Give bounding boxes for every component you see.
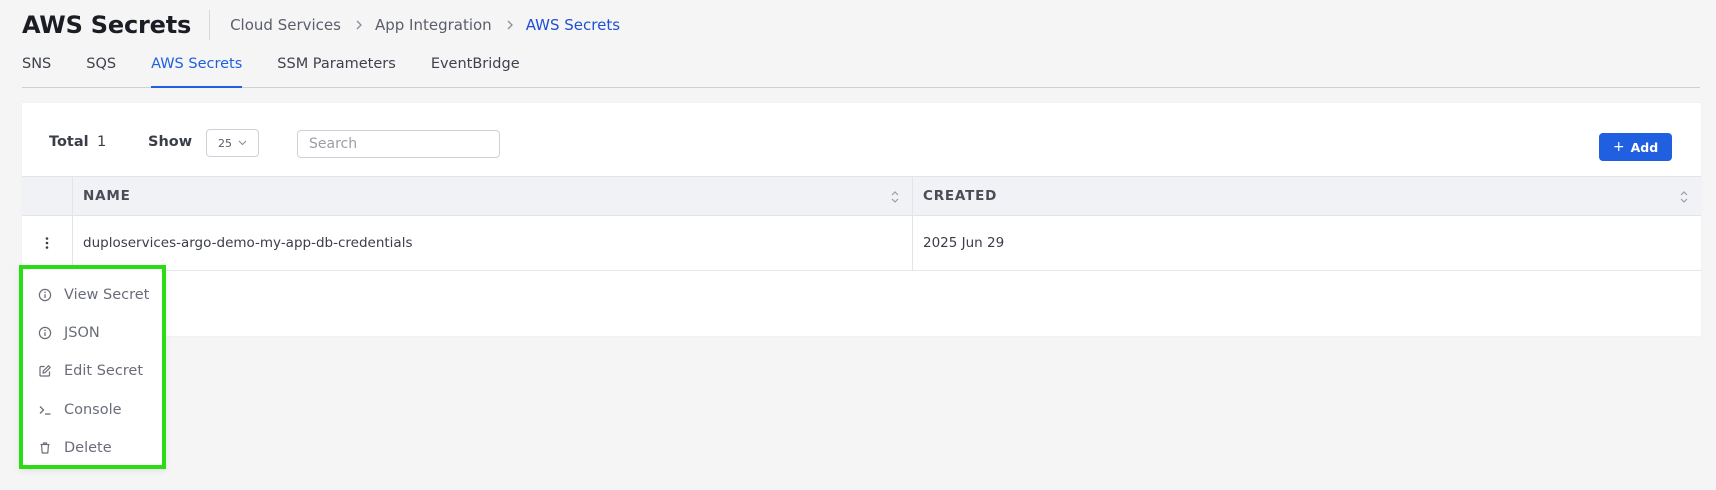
tab-aws-secrets[interactable]: AWS Secrets <box>151 52 243 88</box>
menu-item-label: View Secret <box>64 287 150 303</box>
add-button-label: Add <box>1630 139 1659 155</box>
page: AWS Secrets Cloud Services App Integrati… <box>0 0 1716 490</box>
page-title: AWS Secrets <box>22 11 192 39</box>
tab-sns[interactable]: SNS <box>22 52 51 87</box>
menu-item-label: Console <box>64 402 122 418</box>
show-label: Show <box>148 134 193 150</box>
menu-item-json[interactable]: JSON <box>37 321 100 345</box>
plus-icon: + <box>1612 139 1625 155</box>
menu-item-delete[interactable]: Delete <box>37 436 112 460</box>
table-row[interactable]: duploservices-argo-demo-my-app-db-creden… <box>22 216 1701 271</box>
actions-column-header <box>22 177 73 215</box>
total-count: 1 <box>97 134 107 150</box>
info-icon <box>37 325 53 341</box>
tab-bar: SNS SQS AWS Secrets SSM Parameters Event… <box>22 52 1700 88</box>
secrets-table: NAME CREATED duploservices-argo-demo-my-… <box>22 176 1701 271</box>
kebab-menu-icon[interactable] <box>45 236 49 250</box>
terminal-icon <box>37 402 53 418</box>
page-size-select[interactable]: 25 <box>206 129 259 157</box>
menu-item-label: JSON <box>64 325 100 341</box>
chevron-right-icon <box>355 20 363 30</box>
tab-sqs[interactable]: SQS <box>86 52 116 87</box>
menu-item-console[interactable]: Console <box>37 398 122 422</box>
tab-ssm-parameters[interactable]: SSM Parameters <box>277 52 396 87</box>
menu-item-view-secret[interactable]: View Secret <box>37 283 149 307</box>
page-header: AWS Secrets Cloud Services App Integrati… <box>22 8 620 42</box>
secrets-card: Total 1 Show 25 + Add NAME <box>22 103 1701 336</box>
column-header-name[interactable]: NAME <box>73 177 913 215</box>
breadcrumb: Cloud Services App Integration AWS Secre… <box>230 16 620 34</box>
column-header-created[interactable]: CREATED <box>913 177 1701 215</box>
column-header-name-label: NAME <box>83 188 131 204</box>
header-divider <box>209 10 211 40</box>
menu-item-edit-secret[interactable]: Edit Secret <box>37 359 143 383</box>
info-icon <box>37 287 53 303</box>
search-input[interactable] <box>297 130 500 158</box>
total-label: Total <box>49 134 89 150</box>
secret-name-cell: duploservices-argo-demo-my-app-db-creden… <box>73 216 913 270</box>
table-toolbar: Total 1 Show 25 + Add <box>22 103 1701 176</box>
page-size-value: 25 <box>218 136 232 150</box>
edit-icon <box>37 363 53 379</box>
menu-item-label: Edit Secret <box>64 363 144 379</box>
add-button[interactable]: + Add <box>1599 133 1672 161</box>
menu-item-label: Delete <box>64 440 112 456</box>
sort-icon[interactable] <box>890 189 900 205</box>
created-date-cell: 2025 Jun 29 <box>923 235 1005 251</box>
breadcrumb-cloud-services[interactable]: Cloud Services <box>230 16 341 34</box>
column-header-created-label: CREATED <box>923 188 998 204</box>
sort-icon[interactable] <box>1679 189 1689 205</box>
table-header: NAME CREATED <box>22 176 1701 216</box>
row-actions-cell <box>22 216 73 270</box>
breadcrumb-app-integration[interactable]: App Integration <box>375 16 492 34</box>
breadcrumb-aws-secrets[interactable]: AWS Secrets <box>526 16 620 34</box>
trash-icon <box>37 440 53 456</box>
row-context-menu: View Secret JSON Edit Secret Console Del… <box>19 265 166 469</box>
tab-eventbridge[interactable]: EventBridge <box>431 52 520 87</box>
chevron-right-icon <box>506 20 514 30</box>
chevron-down-icon <box>238 140 247 146</box>
